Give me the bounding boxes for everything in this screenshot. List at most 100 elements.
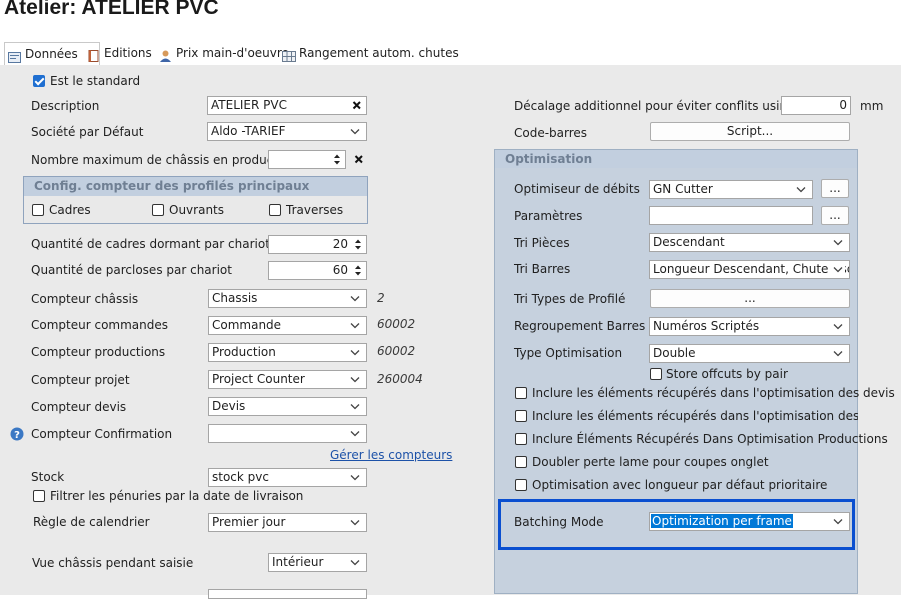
qte-cadres-input[interactable]: 20 [268,235,367,254]
description-input[interactable]: ATELIER PVC [207,96,367,115]
cadres-checkbox[interactable] [32,204,44,216]
qte-parcloses-value: 60 [332,263,348,277]
spinner-icon[interactable] [350,236,366,253]
spinner-icon[interactable] [350,262,366,279]
societe-label: Société par Défaut [31,125,144,139]
traverses-checkbox[interactable] [269,204,281,216]
tab-editions[interactable]: Editions [84,42,166,64]
tri-pieces-value: Descendant [653,235,725,249]
opt-longueur-checkbox[interactable] [515,479,527,491]
qte-parcloses-input[interactable]: 60 [268,261,367,280]
ouvrants-checkbox[interactable] [152,204,164,216]
gerer-compteurs-link[interactable]: Gérer les compteurs [330,448,452,462]
regle-select[interactable]: Premier jour [208,513,367,532]
cpt-devis-value: Devis [212,399,246,413]
optimiseur-more-button[interactable]: ... [821,179,849,198]
spinner-icon[interactable] [329,151,345,168]
cpt-projet-select[interactable]: Project Counter [208,370,367,389]
codebarres-label: Code-barres [514,126,588,140]
cpt-productions-select[interactable]: Production [208,343,367,362]
vue-value: Intérieur [272,555,324,569]
incl-productions-label: Inclure Éléments Récupérés Dans Optimisa… [532,432,888,446]
doubler-label: Doubler perte lame pour coupes onglet [532,455,769,469]
optimiseur-select[interactable]: GN Cutter [649,180,813,199]
window-title: Atelier: ATELIER PVC [4,0,219,19]
standard-label: Est le standard [50,74,141,88]
tri-barres-value: Longueur Descendant, Chute Ascend [653,262,849,276]
stock-select[interactable]: stock pvc [208,468,367,487]
chevron-down-icon [831,346,845,361]
standard-checkbox[interactable] [33,75,45,87]
cadres-label: Cadres [49,203,91,217]
clear-icon[interactable] [352,151,366,168]
parametres-label: Paramètres [514,209,583,223]
tab-label: Editions [104,46,152,60]
partial-field[interactable] [208,589,367,599]
stock-label: Stock [31,470,65,484]
ouvrants-label: Ouvrants [169,203,225,217]
tab-rangement-chutes[interactable]: Rangement autom. chutes [279,42,459,64]
description-value: ATELIER PVC [211,98,287,112]
batching-select[interactable]: Optimization per frame [649,512,850,531]
parametres-input[interactable] [649,206,813,225]
cpt-projet-label: Compteur projet [31,373,130,387]
societe-value: Aldo -TARIEF [211,124,286,138]
store-offcuts-label: Store offcuts by pair [666,367,788,381]
regroupement-label: Regroupement Barres [514,319,646,333]
parametres-more-button[interactable]: ... [821,206,849,225]
incl-commandes-checkbox[interactable] [515,410,527,422]
tab-prix-main-doeuvre[interactable]: Prix main-d'oeuvre [156,42,290,64]
tab-label: Prix main-d'oeuvre [176,46,289,60]
type-opt-label: Type Optimisation [514,346,623,360]
cpt-confirmation-label: Compteur Confirmation [31,427,173,441]
cpt-projet-value: Project Counter [212,372,305,386]
store-offcuts-checkbox[interactable] [650,368,662,380]
chevron-down-icon [348,372,362,387]
cpt-commandes-value: Commande [212,318,282,332]
chevron-down-icon [348,515,362,530]
decalage-value: 0 [839,98,847,112]
optimiseur-label: Optimiseur de débits [514,182,640,196]
clear-icon[interactable] [350,97,364,114]
chevron-down-icon [831,235,845,250]
type-opt-select[interactable]: Double [649,344,850,363]
regroupement-select[interactable]: Numéros Scriptés [649,317,850,336]
tab-label: Rangement autom. chutes [299,46,459,60]
cpt-chassis-value: Chassis [212,291,258,305]
qte-parcloses-label: Quantité de parcloses par chariot [31,263,232,277]
incl-devis-checkbox[interactable] [515,387,527,399]
decalage-input[interactable]: 0 [781,96,851,115]
tri-types-button[interactable]: ... [650,289,850,308]
chevron-down-icon [348,345,362,360]
chevron-down-icon [831,514,845,529]
tri-barres-select[interactable]: Longueur Descendant, Chute Ascend [649,260,850,279]
decalage-label: Décalage additionnel pour éviter conflit… [514,99,816,113]
cpt-productions-number: 60002 [377,344,416,358]
filtrer-label: Filtrer les pénuries par la date de livr… [50,489,304,503]
optimisation-title: Optimisation [495,150,857,168]
help-icon[interactable]: ? [10,427,24,444]
chevron-down-icon [794,182,808,197]
filtrer-checkbox[interactable] [33,490,45,502]
batching-label: Batching Mode [514,515,604,529]
incl-productions-checkbox[interactable] [515,433,527,445]
chevron-down-icon [348,291,362,306]
societe-select[interactable]: Aldo -TARIEF [207,122,367,141]
incl-commandes-label: Inclure les éléments récupérés dans l'op… [532,409,858,423]
cpt-confirmation-select[interactable] [208,424,367,443]
svg-text:?: ? [14,430,20,441]
doubler-checkbox[interactable] [515,456,527,468]
vue-select[interactable]: Intérieur [268,553,367,572]
tri-pieces-select[interactable]: Descendant [649,233,850,252]
type-opt-value: Double [653,346,696,360]
max-chassis-input[interactable] [268,150,346,169]
decalage-unit: mm [860,99,884,113]
cpt-commandes-label: Compteur commandes [31,318,168,332]
cpt-productions-value: Production [212,345,276,359]
chevron-down-icon [348,399,362,414]
cpt-devis-select[interactable]: Devis [208,397,367,416]
tab-bar: Données Editions Prix main-d'oeuvre Rang… [0,42,901,67]
cpt-commandes-select[interactable]: Commande [208,316,367,335]
cpt-chassis-select[interactable]: Chassis [208,289,367,308]
script-button[interactable]: Script... [650,122,850,141]
